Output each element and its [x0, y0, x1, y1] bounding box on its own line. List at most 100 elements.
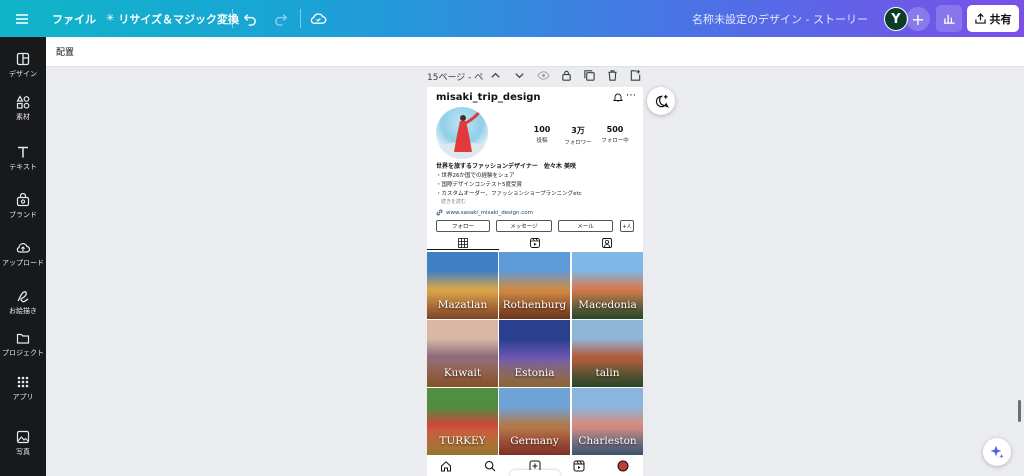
- follow-button: フォロー: [436, 220, 490, 232]
- trash-icon[interactable]: [606, 69, 619, 82]
- tile-caption: Rothenburg: [502, 299, 567, 311]
- tile-caption: Mazatlan: [437, 299, 488, 311]
- grid-tile: TURKEY: [427, 388, 498, 455]
- design-page[interactable]: misaki_trip_design ⋯ 100 投稿 3万 フォロワー 500…: [427, 87, 643, 476]
- context-toolbar: 配置: [46, 37, 1024, 67]
- tile-caption: Charleston: [578, 435, 637, 447]
- grid-icon: [458, 238, 468, 248]
- redo-button[interactable]: [273, 0, 288, 37]
- magic-assistant-button[interactable]: [983, 438, 1011, 466]
- rail-item-draw[interactable]: お絵描き: [0, 281, 46, 323]
- traveler-photo: [436, 110, 488, 159]
- undo-icon: [243, 14, 256, 26]
- stat-label: 投稿: [536, 138, 548, 144]
- tab-reels: [499, 235, 571, 251]
- grid-tile: Macedonia: [572, 252, 643, 319]
- rail-label: デザイン: [9, 69, 37, 78]
- resize-magic-button[interactable]: ✳ リサイズ＆マジック変換: [106, 0, 239, 37]
- rail-label: ブランド: [9, 210, 37, 219]
- plus-icon: +: [911, 9, 925, 29]
- page-handle[interactable]: [510, 470, 560, 476]
- crown-icon: ✳: [106, 13, 115, 24]
- rail-item-photos[interactable]: 写真: [0, 422, 46, 464]
- grid-tile: Charleston: [572, 388, 643, 455]
- rail-item-projects[interactable]: プロジェクト: [0, 323, 46, 365]
- rail-label: アップロード: [2, 258, 44, 267]
- scrollbar-thumb[interactable]: [1018, 400, 1021, 422]
- rail-item-apps[interactable]: アプリ: [0, 367, 46, 409]
- stat-following: 500 フォロー中: [595, 125, 635, 144]
- chevron-down-icon[interactable]: [513, 69, 526, 82]
- share-button[interactable]: 共有: [967, 5, 1019, 32]
- more-icon: ⋯: [626, 90, 636, 101]
- bio-name: 世界を旅するファッションデザイナー 佐々木 美咲: [436, 163, 576, 170]
- file-menu[interactable]: ファイル: [52, 0, 96, 37]
- tile-caption: Macedonia: [578, 299, 637, 311]
- undo-button[interactable]: [243, 0, 258, 37]
- bio-line: ・カスタムオーダー、ファッションショープランニングetc: [436, 191, 582, 197]
- save-status-button[interactable]: [310, 0, 327, 37]
- stat-number: 500: [606, 125, 624, 134]
- divider: [300, 9, 301, 28]
- rail-label: お絵描き: [9, 306, 37, 315]
- photo-icon: [16, 430, 30, 443]
- rail-label: 素材: [16, 112, 30, 121]
- bell-icon: [613, 93, 623, 102]
- invite-button[interactable]: +: [906, 7, 930, 31]
- bio-line: ・国際デザインコンテスト5度受賞: [436, 182, 523, 188]
- tile-caption: Germany: [510, 435, 559, 447]
- position-button[interactable]: 配置: [56, 45, 74, 58]
- tile-caption: TURKEY: [439, 435, 486, 447]
- grid-tile: talin: [572, 320, 643, 387]
- photo-grid: Mazatlan Rothenburg Macedonia Kuwait Est…: [427, 252, 643, 456]
- bar-chart-icon: [943, 14, 955, 24]
- grid-tile: Estonia: [499, 320, 570, 387]
- rail-item-upload[interactable]: アップロード: [0, 233, 46, 275]
- add-person-button: +人: [620, 220, 634, 232]
- tile-caption: Estonia: [514, 367, 555, 379]
- tab-tagged: [571, 235, 643, 251]
- folder-icon: [16, 333, 30, 344]
- rail-item-design[interactable]: デザイン: [0, 44, 46, 86]
- rail-item-text[interactable]: テキスト: [0, 137, 46, 179]
- message-button: メッセージ: [496, 220, 552, 232]
- comment-plus-icon: [655, 94, 669, 108]
- profile-username: misaki_trip_design: [436, 92, 541, 103]
- stat-number: 100: [533, 125, 551, 134]
- sparkle-icon: [990, 445, 1004, 459]
- profile-nav-icon: [617, 460, 629, 472]
- profile-avatar: [436, 107, 488, 159]
- chevron-up-icon[interactable]: [489, 69, 502, 82]
- side-rail: デザイン 素材 テキスト ブランド アップロード お絵描き プロジェクト アプリ…: [0, 37, 46, 476]
- reels-nav-icon: [573, 460, 585, 472]
- bio-more: 続きを読む: [441, 199, 467, 205]
- apps-icon: [17, 376, 29, 387]
- stat-followers: 3万 フォロワー: [558, 125, 598, 146]
- avatar[interactable]: Y: [884, 7, 908, 31]
- rail-item-elements[interactable]: 素材: [0, 87, 46, 129]
- divider: [232, 9, 233, 28]
- rail-item-brand[interactable]: ブランド: [0, 185, 46, 227]
- lock-icon[interactable]: [560, 69, 573, 82]
- home-icon: [441, 461, 451, 472]
- tile-caption: talin: [595, 367, 620, 379]
- grid-tile: Mazatlan: [427, 252, 498, 319]
- email-button: メール: [558, 220, 613, 232]
- stat-posts: 100 投稿: [522, 125, 562, 144]
- add-page-icon[interactable]: [629, 69, 642, 82]
- link-icon: [436, 209, 443, 216]
- menu-button[interactable]: [14, 0, 30, 37]
- tile-caption: Kuwait: [443, 367, 482, 379]
- page-title[interactable]: 15ページ - ペ: [427, 70, 483, 83]
- eye-icon[interactable]: [537, 69, 550, 82]
- bio-link: www.sasaki_misaki_design.com: [436, 209, 533, 216]
- grid-tile: Rothenburg: [499, 252, 570, 319]
- document-title[interactable]: 名称未設定のデザイン - ストーリー: [692, 0, 868, 37]
- rail-label: 写真: [16, 447, 30, 456]
- share-label: 共有: [989, 12, 1012, 26]
- duplicate-icon[interactable]: [583, 69, 596, 82]
- grid-tile: Kuwait: [427, 320, 498, 387]
- cloud-check-icon: [310, 13, 327, 24]
- insights-button[interactable]: [936, 5, 962, 32]
- add-comment-button[interactable]: [647, 87, 675, 115]
